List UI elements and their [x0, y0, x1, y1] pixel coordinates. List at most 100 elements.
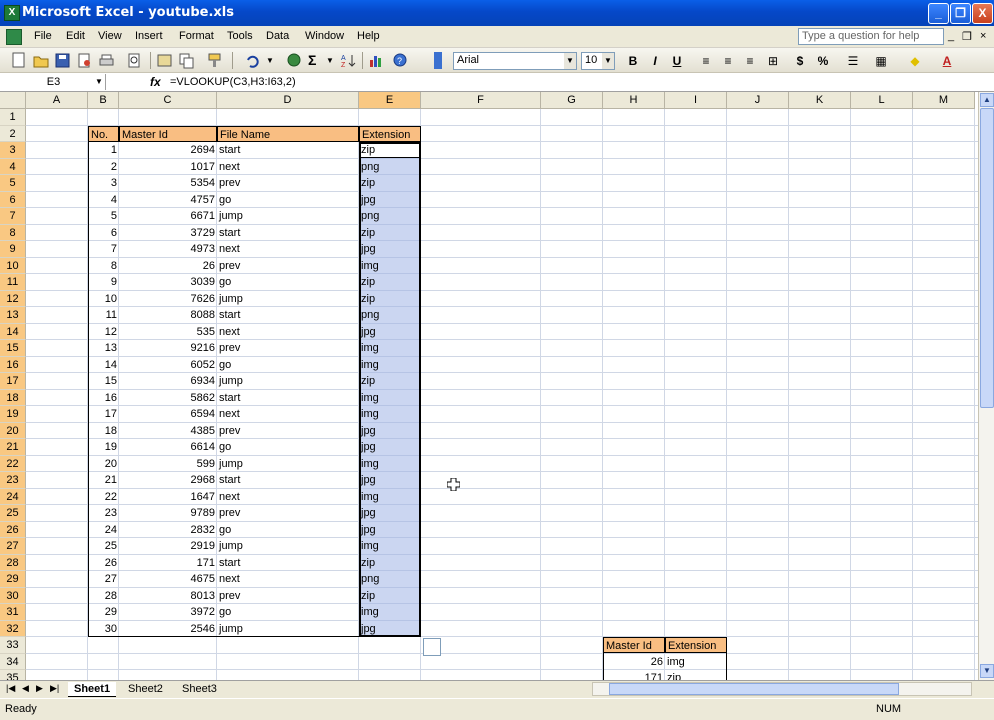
print-preview-icon[interactable] — [126, 52, 144, 69]
menu-tools[interactable]: Tools — [227, 30, 253, 42]
column-header-e[interactable]: E — [359, 92, 421, 109]
column-header-h[interactable]: H — [603, 92, 665, 109]
select-all-corner[interactable] — [0, 92, 26, 109]
restore-button[interactable]: ❐ — [950, 3, 971, 24]
row-header-14[interactable]: 14 — [0, 323, 26, 340]
menu-window[interactable]: Window — [305, 30, 344, 42]
column-header-f[interactable]: F — [421, 92, 541, 109]
vertical-scroll-thumb[interactable] — [980, 108, 994, 408]
chart-wizard-icon[interactable] — [368, 52, 386, 69]
align-left-icon[interactable]: ≡ — [696, 52, 716, 70]
row-header-25[interactable]: 25 — [0, 505, 26, 522]
menu-file[interactable]: File — [34, 30, 52, 42]
bold-button[interactable]: B — [623, 52, 643, 70]
sheet-tab-sheet3[interactable]: Sheet3 — [176, 682, 223, 697]
column-header-g[interactable]: G — [541, 92, 603, 109]
autofill-options-button[interactable] — [423, 638, 441, 656]
row-header-17[interactable]: 17 — [0, 373, 26, 390]
row-header-19[interactable]: 19 — [0, 406, 26, 423]
help-icon[interactable]: ? — [392, 52, 410, 69]
row-header-2[interactable]: 2 — [0, 125, 26, 142]
doc-restore-button[interactable]: ❐ — [962, 30, 972, 43]
currency-icon[interactable]: $ — [790, 52, 810, 70]
row-header-16[interactable]: 16 — [0, 356, 26, 373]
first-sheet-icon[interactable]: |◀ — [6, 683, 15, 694]
row-header-15[interactable]: 15 — [0, 340, 26, 357]
scroll-up-icon[interactable]: ▲ — [980, 93, 994, 107]
help-search-input[interactable]: Type a question for help — [798, 28, 944, 45]
open-icon[interactable] — [32, 52, 50, 69]
excel-app-icon[interactable]: X — [4, 5, 20, 21]
font-name-select[interactable]: Arial ▼ — [453, 52, 577, 70]
row-header-12[interactable]: 12 — [0, 290, 26, 307]
row-header-35[interactable]: 35 — [0, 670, 26, 680]
column-header-m[interactable]: M — [913, 92, 975, 109]
horizontal-scrollbar[interactable] — [592, 682, 972, 696]
scroll-down-icon[interactable]: ▼ — [980, 664, 994, 678]
sheet-tab-sheet1[interactable]: Sheet1 — [68, 682, 117, 697]
menu-edit[interactable]: Edit — [66, 30, 85, 42]
align-right-icon[interactable]: ≡ — [740, 52, 760, 70]
row-header-8[interactable]: 8 — [0, 224, 26, 241]
column-header-b[interactable]: B — [88, 92, 119, 109]
font-color-icon[interactable]: A — [937, 52, 957, 70]
merge-center-icon[interactable]: ⊞ — [763, 52, 783, 70]
sheet-tab-sheet2[interactable]: Sheet2 — [122, 682, 169, 697]
column-header-c[interactable]: C — [119, 92, 217, 109]
save-icon[interactable] — [54, 52, 72, 69]
menu-format[interactable]: Format — [179, 30, 214, 42]
row-header-24[interactable]: 24 — [0, 488, 26, 505]
row-header-4[interactable]: 4 — [0, 158, 26, 175]
row-header-11[interactable]: 11 — [0, 274, 26, 291]
column-header-j[interactable]: J — [727, 92, 789, 109]
row-header-29[interactable]: 29 — [0, 571, 26, 588]
close-button[interactable]: X — [972, 3, 993, 24]
insert-function-icon[interactable]: fx — [150, 75, 161, 89]
row-header-33[interactable]: 33 — [0, 637, 26, 654]
column-header-l[interactable]: L — [851, 92, 913, 109]
print-icon[interactable] — [98, 52, 116, 69]
underline-button[interactable]: U — [667, 52, 687, 70]
name-box[interactable]: E3 ▼ — [2, 74, 106, 90]
menu-insert[interactable]: Insert — [135, 30, 163, 42]
copy-icon[interactable] — [178, 52, 196, 69]
row-header-32[interactable]: 32 — [0, 620, 26, 637]
row-header-31[interactable]: 31 — [0, 604, 26, 621]
undo-icon[interactable] — [244, 52, 262, 69]
row-header-26[interactable]: 26 — [0, 521, 26, 538]
toolbar-options-icon[interactable] — [434, 52, 442, 69]
permission-icon[interactable] — [76, 52, 94, 69]
font-size-select[interactable]: 10 ▼ — [581, 52, 615, 70]
worksheet-grid[interactable]: A B C D E F G H I J K L M 1 2 3 4 5 6 7 8 9 10 11 12 13 14 15 16 17 18… — [0, 92, 978, 680]
name-box-dropdown-icon[interactable]: ▼ — [93, 74, 105, 90]
undo-dropdown-icon[interactable]: ▼ — [266, 52, 284, 69]
row-header-7[interactable]: 7 — [0, 208, 26, 225]
menu-view[interactable]: View — [98, 30, 122, 42]
row-header-10[interactable]: 10 — [0, 257, 26, 274]
minimize-button[interactable]: _ — [928, 3, 949, 24]
sort-ascending-icon[interactable]: AZ — [340, 52, 358, 69]
row-header-30[interactable]: 30 — [0, 587, 26, 604]
column-header-a[interactable]: A — [26, 92, 88, 109]
vertical-scrollbar[interactable]: ▲ ▼ — [978, 92, 994, 680]
column-header-i[interactable]: I — [665, 92, 727, 109]
align-center-icon[interactable]: ≡ — [718, 52, 738, 70]
row-header-18[interactable]: 18 — [0, 389, 26, 406]
row-header-27[interactable]: 27 — [0, 538, 26, 555]
percent-icon[interactable]: % — [813, 52, 833, 70]
row-header-6[interactable]: 6 — [0, 191, 26, 208]
font-size-dropdown-icon[interactable]: ▼ — [602, 53, 614, 69]
research-icon[interactable] — [156, 52, 174, 69]
italic-button[interactable]: I — [645, 52, 665, 70]
row-header-5[interactable]: 5 — [0, 175, 26, 192]
column-header-d[interactable]: D — [217, 92, 359, 109]
menu-data[interactable]: Data — [266, 30, 289, 42]
row-header-21[interactable]: 21 — [0, 439, 26, 456]
hyperlink-icon[interactable] — [286, 52, 304, 69]
borders-icon[interactable]: ▦ — [871, 52, 891, 70]
row-header-13[interactable]: 13 — [0, 307, 26, 324]
row-header-1[interactable]: 1 — [0, 109, 26, 126]
menu-help[interactable]: Help — [357, 30, 380, 42]
fill-color-icon[interactable]: ◆ — [905, 52, 925, 70]
row-header-9[interactable]: 9 — [0, 241, 26, 258]
